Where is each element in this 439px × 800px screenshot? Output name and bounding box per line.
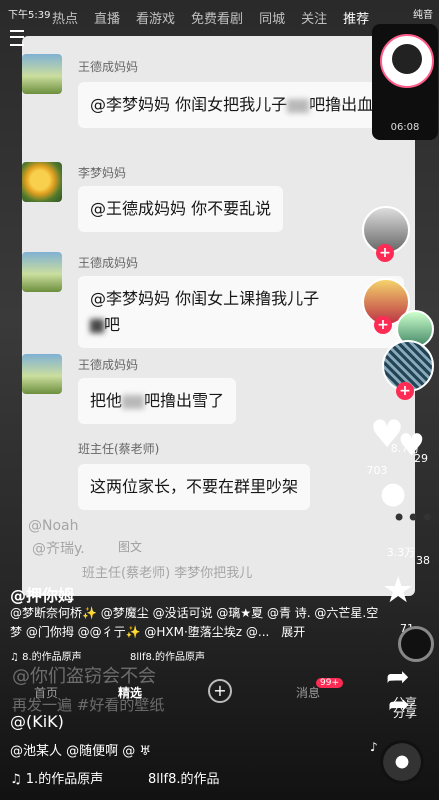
bottom-nav: 首页 精选 + 消息 99+ <box>0 676 439 712</box>
message-bubble: @李梦妈妈 你闺女把我儿子 吧撸出血了 <box>78 82 404 128</box>
chat-screenshot: 王德成妈妈 @李梦妈妈 你闺女把我儿子 吧撸出血了 李梦妈妈 @王德成妈妈 你不要… <box>22 36 415 596</box>
message-text: @王德成妈妈 你不要乱说 <box>90 199 272 218</box>
music-label[interactable]: 8llf8.的作品 <box>148 768 219 787</box>
status-right: 纯音 <box>413 10 433 21</box>
top-tabs: 热点 直播 看游戏 免费看剧 同城 关注 推荐 <box>52 8 392 28</box>
expand-link[interactable]: 展开 <box>281 625 305 639</box>
tab-live[interactable]: 直播 <box>94 12 120 27</box>
message-badge: 99+ <box>316 678 343 688</box>
message-text: @李梦妈妈 你闺女把我儿子 <box>90 95 288 114</box>
faded-line: 班主任(蔡老师) 李梦你把我儿 <box>82 566 253 581</box>
status-time: 下午5:39 <box>8 10 51 21</box>
message-bubble: @王德成妈妈 你不要乱说 <box>78 186 284 232</box>
tags-text[interactable]: @池某人 @随便啊 @ ♅ <box>10 740 151 759</box>
message-bubble: 这两位家长，不要在群里吵架 <box>78 464 311 510</box>
comment-dots-icon: ••• <box>392 504 435 532</box>
message-text: 这两位家长，不要在群里吵架 <box>90 477 299 496</box>
count: 29 <box>414 452 428 465</box>
pip-time: 06:08 <box>390 122 420 133</box>
sender-name: 李梦妈妈 <box>78 166 127 180</box>
sender-name: 班主任(蔡老师) <box>78 442 160 456</box>
sender-name: 王德成妈妈 <box>78 256 139 270</box>
tab-local[interactable]: 同城 <box>259 12 285 27</box>
music-label[interactable]: 8llf8.的作品原声 <box>130 648 205 663</box>
nav-home[interactable]: 首页 <box>34 684 58 701</box>
music-disc-icon[interactable] <box>398 626 434 662</box>
message-text: @李梦妈妈 你闺女上课撸我儿子 <box>90 289 320 308</box>
message-bubble: 把他 吧撸出雪了 <box>78 378 237 424</box>
music-disc-icon[interactable] <box>380 740 424 784</box>
count: 38 <box>416 554 430 567</box>
faded-line: @齐瑞y. <box>32 541 85 557</box>
nav-featured[interactable]: 精选 <box>118 684 142 701</box>
note-icon: ♪ <box>370 740 378 754</box>
music-label[interactable]: ♫ 1.的作品原声 <box>10 768 103 787</box>
message-bubble: @李梦妈妈 你闺女上课撸我儿子吧 <box>78 276 404 348</box>
censor-blur <box>122 394 145 409</box>
follow-plus-icon[interactable]: + <box>396 382 414 400</box>
faded-tag: 图文 <box>118 540 143 554</box>
tab-recommend[interactable]: 推荐 <box>343 12 369 27</box>
tab-hot[interactable]: 热点 <box>52 12 78 27</box>
menu-icon[interactable] <box>10 30 24 46</box>
video-frame[interactable]: 王德成妈妈 @李梦妈妈 你闺女把我儿子 吧撸出血了 李梦妈妈 @王德成妈妈 你不要… <box>0 0 439 800</box>
tab-drama[interactable]: 免费看剧 <box>191 12 243 27</box>
avatar <box>380 34 434 88</box>
kik-label[interactable]: @(KiK) <box>10 712 64 731</box>
chat-message: 王德成妈妈 @李梦妈妈 你闺女上课撸我儿子吧 <box>22 248 415 348</box>
avatar <box>22 54 62 94</box>
follow-plus-icon[interactable]: + <box>376 244 394 262</box>
chat-message: 王德成妈妈 @李梦妈妈 你闺女把我儿子 吧撸出血了 <box>22 50 415 150</box>
mentions-text: @梦断奈何桥✨ @梦魔尘 @没话可说 @璃★夏 @青 诗. @六芒星.空梦 @门… <box>10 604 380 642</box>
censor-blur <box>287 98 310 113</box>
sender-name: 王德成妈妈 <box>78 358 139 372</box>
message-text: 吧撸出雪了 <box>144 391 225 410</box>
chat-message: 李梦妈妈 @王德成妈妈 你不要乱说 <box>22 158 415 232</box>
message-text: 把他 <box>90 391 123 410</box>
favorite-star-icon[interactable]: ★ <box>382 570 414 611</box>
nav-messages[interactable]: 消息 <box>296 684 320 701</box>
sender-name: 王德成妈妈 <box>78 60 139 74</box>
avatar <box>22 162 62 202</box>
avatar <box>22 354 62 394</box>
music-label[interactable]: ♫ 8.的作品原声 <box>10 648 82 663</box>
censor-blur <box>90 318 104 333</box>
tab-games[interactable]: 看游戏 <box>136 12 175 27</box>
faded-line: @Noah <box>28 518 79 534</box>
mentions[interactable]: @梦断奈何桥✨ @梦魔尘 @没话可说 @璃★夏 @青 诗. @六芒星.空梦 @门… <box>10 606 378 639</box>
avatar <box>22 252 62 292</box>
chat-message: 王德成妈妈 把他 吧撸出雪了 <box>22 352 415 424</box>
follow-plus-icon[interactable]: + <box>374 316 392 334</box>
message-text: 吧 <box>104 315 121 334</box>
floating-live-window[interactable]: 06:08 <box>372 24 438 140</box>
author-name[interactable]: @押你姆 <box>10 582 74 606</box>
create-plus-icon[interactable]: + <box>208 679 232 703</box>
tab-following[interactable]: 关注 <box>301 12 327 27</box>
